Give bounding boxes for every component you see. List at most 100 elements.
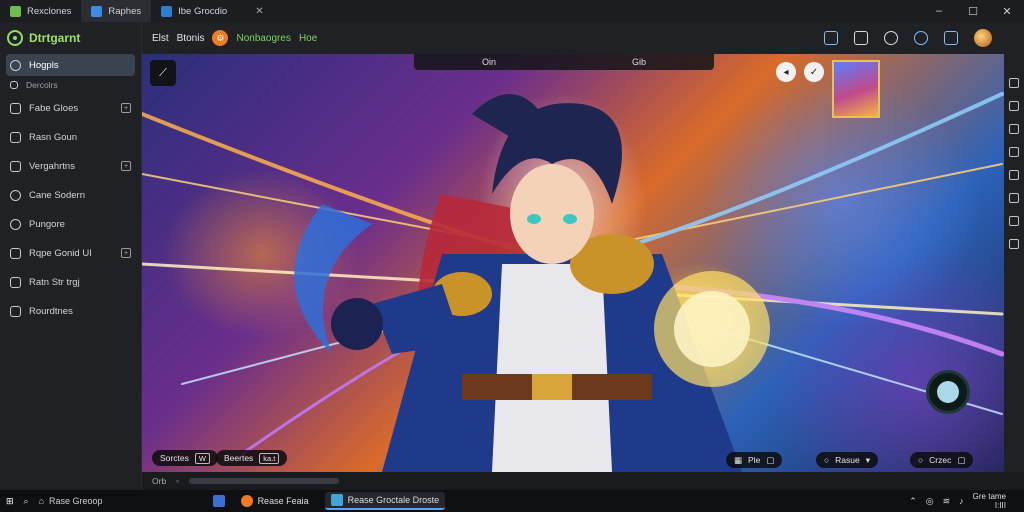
sidebar-item-vergahrtns[interactable]: Vergahrtns + — [6, 155, 135, 177]
brand[interactable]: Dtrtgarnt — [0, 22, 141, 54]
panel-icon[interactable] — [1009, 170, 1019, 180]
banner-left-text: Oin — [481, 57, 496, 67]
app-icon — [10, 5, 21, 17]
panel-icon[interactable] — [1009, 101, 1019, 111]
home-icon: ⌂ — [38, 496, 45, 506]
app-icon — [161, 5, 173, 17]
app-icon — [240, 495, 253, 507]
search-icon[interactable]: ⌕ — [24, 496, 29, 507]
sidebar-subitem-dercolrs[interactable]: Dercolrs — [6, 78, 135, 92]
taskbar-search[interactable]: ⌂ Rase Greoop — [39, 496, 103, 506]
trend-icon — [10, 81, 18, 89]
sidebar-item-rasn-goun[interactable]: Rasn Goun — [6, 126, 135, 148]
taskbar-app-2[interactable]: Rease Groctale Droste — [324, 492, 446, 510]
banner-right-text: Gib — [631, 57, 646, 67]
sidebar-item-label: Dercolrs — [26, 80, 58, 90]
volume-icon[interactable]: ♪ — [959, 496, 964, 506]
sidebar-item-cane-sodern[interactable]: Cane Sodern — [6, 184, 135, 206]
wifi-icon[interactable]: ≋ — [943, 496, 951, 507]
hud-pill-right-3[interactable]: ○ Crzec ▢ — [910, 452, 974, 468]
panel-icon[interactable] — [1009, 147, 1019, 157]
strip-icon: ▫ — [176, 476, 180, 486]
tab-rexclones[interactable]: Rexclones — [0, 0, 81, 22]
sidebar-item-label: Rourdtnes — [29, 305, 73, 317]
close-window-button[interactable]: ✕ — [990, 0, 1024, 22]
settings-icon[interactable] — [884, 31, 898, 45]
coin-icon[interactable]: ⚙ — [212, 30, 229, 46]
maximize-button[interactable]: ☐ — [956, 0, 990, 22]
panel-icon[interactable] — [1009, 193, 1019, 203]
expand-icon[interactable]: + — [121, 248, 131, 258]
sidebar: Dtrtgarnt Hogpls Dercolrs Fabe Gloes + R… — [0, 22, 142, 490]
panel-icon[interactable] — [1009, 124, 1019, 134]
start-icon[interactable]: ⊞ — [6, 496, 14, 507]
pill-label: Ple — [748, 455, 761, 465]
title-tab-bar: Rexclones Raphes Ibe Grocdio ✕ – ☐ ✕ — [0, 0, 1024, 22]
circle-icon: ○ — [824, 455, 830, 465]
taskbar-search-label: Rase Greoop — [49, 496, 103, 506]
breadcrumb-4[interactable]: Hoe — [299, 33, 317, 44]
progress-bar — [189, 478, 340, 484]
right-rail — [1004, 54, 1024, 472]
expand-icon[interactable]: + — [121, 103, 131, 113]
controller-icon[interactable] — [944, 31, 958, 45]
sidebar-item-pungore[interactable]: Pungore — [6, 213, 135, 235]
panel-icon[interactable] — [1009, 239, 1019, 249]
sidebar-item-rqpe-gonid-ui[interactable]: Rqpe Gonid UI + — [6, 242, 135, 264]
sidebar-item-hogpls[interactable]: Hogpls — [6, 54, 135, 76]
pin-button[interactable]: ◂ — [776, 62, 796, 82]
sidebar-item-ratn-str-trgj[interactable]: Ratn Str trgj — [6, 271, 135, 293]
pill-label: Beertes — [224, 453, 254, 463]
top-toolbar: Elst Btonis ⚙ Nonbaogres Hoe — [142, 22, 1024, 54]
tab-raphes[interactable]: Raphes — [81, 0, 152, 22]
close-tab-icon[interactable]: ✕ — [255, 6, 263, 17]
sidebar-item-label: Rasn Goun — [29, 131, 78, 143]
expand-icon[interactable]: + — [121, 161, 131, 171]
game-viewport[interactable]: Oin Gib ⟋ ◂ ✓ Sorctes W Beertes ka.t ▦ P… — [142, 54, 1004, 472]
check-button[interactable]: ✓ — [804, 62, 824, 82]
circle-icon: ○ — [918, 455, 924, 465]
brand-logo-icon — [7, 30, 23, 46]
sidebar-item-fabe-gloes[interactable]: Fabe Gloes + — [6, 97, 135, 119]
breadcrumb-3[interactable]: Nonbaogres — [236, 33, 290, 44]
hud-pill-right-2[interactable]: ○ Rasue ▾ — [816, 452, 878, 468]
link-icon[interactable] — [914, 31, 928, 45]
sidebar-item-label: Cane Sodern — [29, 189, 85, 201]
tab-ibe-grocdio[interactable]: Ibe Grocdio ✕ — [151, 0, 274, 22]
hud-pill-left-2[interactable]: Beertes ka.t — [216, 450, 288, 466]
taskbar-app-1[interactable]: Rease Feaia — [235, 492, 315, 510]
chevron-up-icon[interactable]: ⌃ — [909, 496, 917, 507]
toolbar-icons — [824, 29, 1024, 47]
toggle-hud-button[interactable]: ⟋ — [150, 60, 176, 86]
gamepad-icon — [10, 102, 21, 114]
sidebar-item-label: Fabe Gloes — [29, 102, 79, 114]
pill-label: Sorctes — [160, 453, 189, 463]
pill-label: Crzec — [929, 455, 952, 465]
hud-pill-left-1[interactable]: Sorctes W — [152, 450, 218, 466]
sidebar-item-label: Pungore — [29, 218, 65, 230]
tab-label: Ibe Grocdio — [178, 5, 228, 17]
breadcrumb-2[interactable]: Btonis — [177, 33, 205, 44]
sidebar-item-label: Vergahrtns — [29, 160, 75, 172]
pen-icon — [10, 218, 21, 230]
strip-label: Orb — [152, 476, 167, 486]
avatar[interactable] — [974, 29, 992, 47]
breadcrumb-1[interactable]: Elst — [152, 33, 169, 44]
calendar-icon[interactable] — [824, 31, 838, 45]
sidebar-item-rourdtnes[interactable]: Rourdtnes — [6, 300, 135, 322]
action-button[interactable] — [926, 370, 970, 414]
clock-line-2: I:III — [994, 501, 1006, 510]
clock[interactable]: Gre tame I:III — [973, 492, 1006, 510]
network-icon[interactable]: ◎ — [926, 496, 934, 507]
brand-name: Dtrtgarnt — [29, 31, 81, 45]
status-strip: Orb ▫ — [142, 472, 1024, 490]
folder-icon[interactable] — [212, 495, 225, 507]
minimize-button[interactable]: – — [922, 0, 956, 22]
panel-icon[interactable] — [1009, 216, 1019, 226]
sidebar-item-label: Rqpe Gonid UI — [29, 247, 92, 259]
hud-pill-right-1[interactable]: ▦ Ple ▢ — [726, 452, 783, 468]
panel-icon[interactable] — [1009, 78, 1019, 88]
character-thumbnail[interactable] — [832, 60, 880, 118]
chat-icon[interactable] — [854, 31, 868, 45]
folder-icon — [10, 160, 21, 172]
